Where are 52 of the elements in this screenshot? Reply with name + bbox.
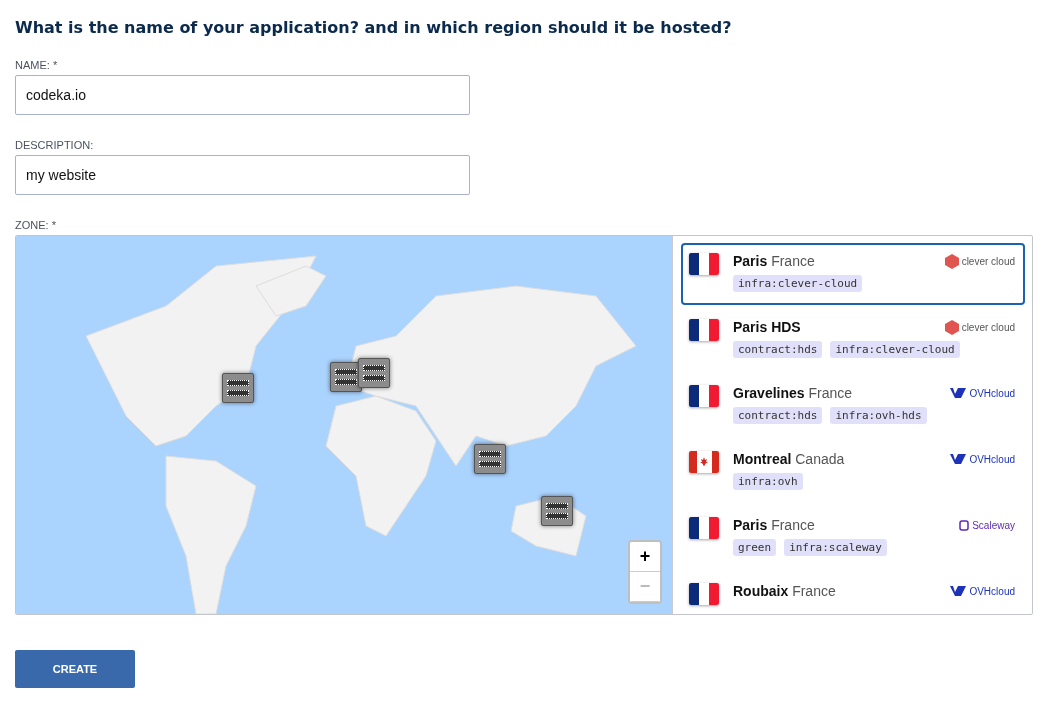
text-input[interactable]: my website	[15, 155, 470, 195]
hexagon-logo-icon	[944, 253, 959, 269]
zone-option[interactable]: Roubaix France OVHcloud	[681, 573, 1025, 614]
form-heading: What is the name of your application? and in which region should it be hosted?	[15, 18, 733, 37]
zoom-in-button[interactable]: +	[630, 542, 660, 572]
provider-name: clever cloud	[961, 321, 1015, 333]
zone-title: Paris France	[733, 517, 815, 533]
server-marker-icon[interactable]	[474, 444, 506, 474]
france-flag-icon	[689, 583, 719, 605]
server-marker-icon[interactable]	[330, 362, 362, 392]
zone-tag: infra:clever-cloud	[830, 341, 960, 358]
hexagon-logo-icon	[944, 319, 959, 335]
ovh-logo-icon	[950, 454, 967, 464]
zone-tag: contract:hds	[733, 407, 823, 424]
zone-title: Roubaix France	[733, 583, 836, 599]
server-marker-icon[interactable]	[222, 373, 254, 403]
france-flag-icon	[689, 319, 719, 341]
text-input[interactable]: codeka.io	[15, 75, 470, 115]
zone-tag: infra:clever-cloud	[733, 275, 863, 292]
zone-option[interactable]: Paris HDS clever cloud contract:hds infra:clever-cloud	[681, 309, 1025, 371]
france-flag-icon	[689, 253, 719, 275]
zone-option[interactable]: Gravelines France OVHcloud contract:hds infra:ovh-hds	[681, 375, 1025, 437]
world-map[interactable]: + −	[16, 236, 673, 614]
zone-option[interactable]: Paris France clever cloud infra:clever-cloud	[681, 243, 1025, 305]
zone-title: Paris France	[733, 253, 815, 269]
field-label: DESCRIPTION:	[15, 139, 95, 151]
zone-option[interactable]: Paris France Scaleway green infra:scaleway	[681, 507, 1025, 569]
zone-tag: contract:hds	[733, 341, 823, 358]
zone-tag: green	[733, 539, 777, 556]
canada-flag-icon	[689, 451, 719, 473]
zone-tag: infra:ovh	[733, 473, 803, 490]
scaleway-logo-icon	[959, 519, 970, 531]
field-label: ZONE: *	[15, 219, 57, 231]
field-label: NAME: *	[15, 59, 59, 71]
server-marker-icon[interactable]	[358, 358, 390, 388]
zone-title: Paris HDS	[733, 319, 801, 335]
zone-option[interactable]: Montreal Canada OVHcloud infra:ovh	[681, 441, 1025, 503]
france-flag-icon	[689, 517, 719, 539]
provider-name: OVHcloud	[969, 387, 1015, 399]
ovh-logo-icon	[950, 388, 967, 398]
server-marker-icon[interactable]	[541, 496, 573, 526]
france-flag-icon	[689, 385, 719, 407]
create-button[interactable]: CREATE	[15, 650, 135, 688]
provider-name: OVHcloud	[969, 585, 1015, 597]
zone-tag: infra:ovh-hds	[830, 407, 927, 424]
ovh-logo-icon	[950, 586, 967, 596]
provider-name: OVHcloud	[969, 453, 1015, 465]
provider-name: clever cloud	[961, 255, 1015, 267]
zone-tag: infra:scaleway	[784, 539, 887, 556]
zone-title: Montreal Canada	[733, 451, 845, 467]
provider-name: Scaleway	[972, 519, 1015, 531]
zone-title: Gravelines France	[733, 385, 853, 401]
